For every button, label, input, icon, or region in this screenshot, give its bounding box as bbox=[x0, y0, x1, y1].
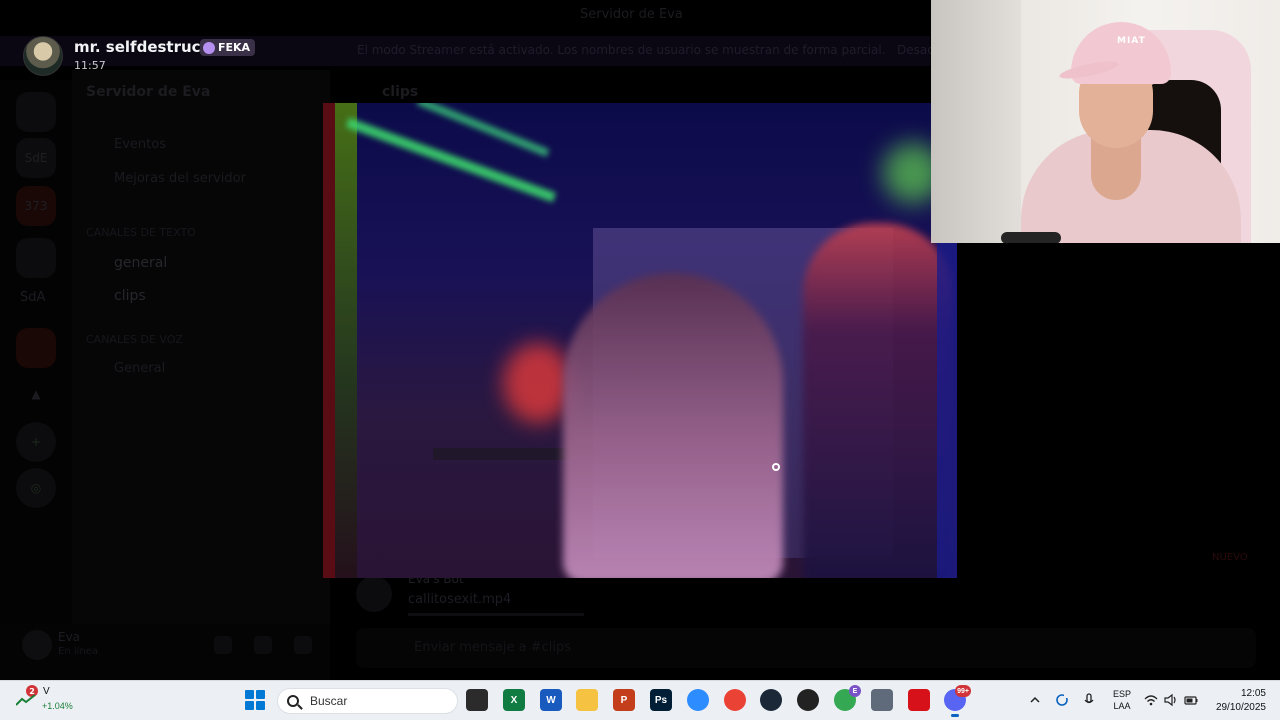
user-avatar[interactable] bbox=[22, 630, 52, 660]
server-icon-label: SdE bbox=[24, 151, 48, 165]
chrome-profile-taskbar-icon[interactable]: E bbox=[834, 685, 861, 711]
server-icon-sde[interactable]: SdE bbox=[16, 138, 56, 178]
volume-icon[interactable] bbox=[1164, 693, 1178, 707]
search-placeholder: Buscar bbox=[310, 694, 348, 708]
acrobat-taskbar-icon[interactable] bbox=[908, 689, 930, 711]
webcam-curtain bbox=[931, 0, 1021, 243]
chevron-up-icon[interactable] bbox=[1028, 693, 1042, 707]
chat-channel-title: clips bbox=[382, 84, 419, 100]
attachment-progress bbox=[408, 613, 584, 616]
gear-icon[interactable] bbox=[294, 636, 312, 654]
clock-date: 29/10/2025 bbox=[1215, 702, 1266, 713]
zoom-taskbar-icon[interactable] bbox=[687, 689, 709, 711]
photoshop-taskbar-icon[interactable]: Ps bbox=[650, 689, 672, 711]
server-icon-label: 373 bbox=[24, 199, 48, 213]
server-icon-373[interactable]: 373 bbox=[16, 186, 56, 226]
video-frame-person bbox=[563, 273, 783, 578]
channel-sidebar bbox=[72, 70, 330, 680]
user-status: En línea bbox=[58, 646, 99, 657]
video-frame-shelf bbox=[433, 448, 573, 460]
server-tag-label: FEKA bbox=[218, 41, 251, 54]
viewer-timestamp: 11:57 bbox=[74, 59, 106, 72]
server-icon-6[interactable]: ▲ bbox=[16, 374, 56, 414]
photoshop-icon-letter: Ps bbox=[654, 694, 668, 706]
settings-taskbar-icon[interactable] bbox=[871, 689, 893, 711]
language-code: ESP bbox=[1112, 689, 1131, 699]
word-icon-letter: W bbox=[546, 694, 556, 706]
discord-notification-badge: 99+ bbox=[955, 685, 971, 697]
add-server-icon[interactable]: + bbox=[16, 422, 56, 462]
webcam-cap-logo: MIAT bbox=[1117, 36, 1146, 46]
server-icon-5[interactable] bbox=[16, 328, 56, 368]
voice-channel-general[interactable]: General bbox=[114, 361, 165, 376]
obs-taskbar-icon[interactable] bbox=[797, 689, 819, 711]
channel-general[interactable]: general bbox=[114, 255, 167, 271]
windows-logo-tile bbox=[256, 701, 265, 710]
category-voice-channels[interactable]: CANALES DE VOZ bbox=[86, 333, 183, 346]
chrome-profile-notification-badge: E bbox=[849, 685, 861, 697]
direct-messages-button[interactable] bbox=[16, 92, 56, 132]
start-button[interactable] bbox=[245, 690, 265, 710]
server-tag-badge[interactable]: FEKA bbox=[200, 39, 256, 56]
search-icon bbox=[287, 695, 299, 707]
video-frame-blue-edge bbox=[937, 243, 957, 578]
headphones-icon[interactable] bbox=[254, 636, 272, 654]
discover-icon[interactable]: ◎ bbox=[16, 468, 56, 508]
steam-taskbar-icon[interactable] bbox=[760, 689, 782, 711]
viewer-author-avatar[interactable] bbox=[23, 36, 63, 76]
stock-widget[interactable]: 2 V +1.04% bbox=[14, 684, 84, 716]
clock-time: 12:05 bbox=[1240, 688, 1266, 699]
powerpoint-taskbar-icon[interactable]: P bbox=[613, 689, 635, 711]
channel-clips[interactable]: clips bbox=[114, 288, 146, 304]
user-name[interactable]: Eva bbox=[58, 630, 80, 644]
streamer-mode-banner-text: El modo Streamer está activado. Los nomb… bbox=[357, 43, 886, 57]
message-input-placeholder: Enviar mensaje a #clips bbox=[414, 640, 571, 655]
windows-logo-tile bbox=[245, 690, 254, 699]
word-taskbar-icon[interactable]: W bbox=[540, 689, 562, 711]
excel-icon-letter: X bbox=[510, 694, 518, 706]
stock-chart-icon bbox=[16, 694, 36, 706]
video-frame-person bbox=[803, 223, 953, 578]
message-attachment-link[interactable]: callitosexit.mp4 bbox=[408, 592, 511, 607]
windows-logo-tile bbox=[256, 690, 265, 699]
microphone-icon[interactable] bbox=[214, 636, 232, 654]
video-frame-green-strip bbox=[335, 103, 357, 578]
sync-icon[interactable] bbox=[1055, 693, 1069, 707]
server-icon-3[interactable] bbox=[16, 238, 56, 278]
webcam-overlay: MIAT bbox=[931, 0, 1280, 243]
discord-taskbar-icon[interactable]: 99+ bbox=[944, 685, 971, 717]
battery-icon[interactable] bbox=[1184, 693, 1198, 707]
excel-taskbar-icon[interactable]: X bbox=[503, 689, 525, 711]
streamer-mode-disable-button[interactable]: Desac bbox=[897, 43, 934, 57]
keyboard-layout: LAA bbox=[1113, 701, 1131, 711]
category-text-channels[interactable]: CANALES DE TEXTO bbox=[86, 226, 196, 239]
webcam-headset-strap bbox=[1001, 232, 1061, 243]
file-explorer-taskbar-icon[interactable] bbox=[576, 689, 598, 711]
chrome-taskbar-icon[interactable] bbox=[724, 689, 746, 711]
microphone-icon[interactable] bbox=[1082, 693, 1096, 707]
mouse-cursor bbox=[772, 463, 780, 471]
skull-icon bbox=[203, 41, 215, 54]
windows-logo-tile bbox=[245, 701, 254, 710]
video-player[interactable] bbox=[323, 103, 957, 578]
powerpoint-icon-letter: P bbox=[620, 694, 628, 706]
taskbar-clock[interactable]: 12:05 29/10/2025 bbox=[1208, 687, 1266, 715]
server-name[interactable]: Servidor de Eva bbox=[86, 84, 210, 100]
taskbar-search[interactable]: Buscar bbox=[277, 688, 458, 714]
input-language[interactable]: ESP LAA bbox=[1110, 688, 1134, 712]
server-icon-sda[interactable]: SdA bbox=[20, 290, 45, 305]
task-view-taskbar-icon[interactable] bbox=[466, 689, 488, 711]
stock-symbol: V bbox=[43, 686, 50, 697]
window-title: Servidor de Eva bbox=[580, 7, 683, 22]
channel-boosts[interactable]: Mejoras del servidor bbox=[114, 171, 246, 186]
wifi-icon[interactable] bbox=[1144, 693, 1158, 707]
video-frame-light-beam bbox=[345, 117, 557, 203]
stock-change: +1.04% bbox=[42, 701, 73, 711]
new-messages-badge[interactable]: NUEVO bbox=[1212, 552, 1248, 563]
message-avatar[interactable] bbox=[356, 576, 392, 612]
channel-events[interactable]: Eventos bbox=[114, 137, 166, 152]
video-frame-red-strip bbox=[323, 103, 335, 578]
desktop: Servidor de Eva El modo Streamer está ac… bbox=[0, 0, 1280, 720]
